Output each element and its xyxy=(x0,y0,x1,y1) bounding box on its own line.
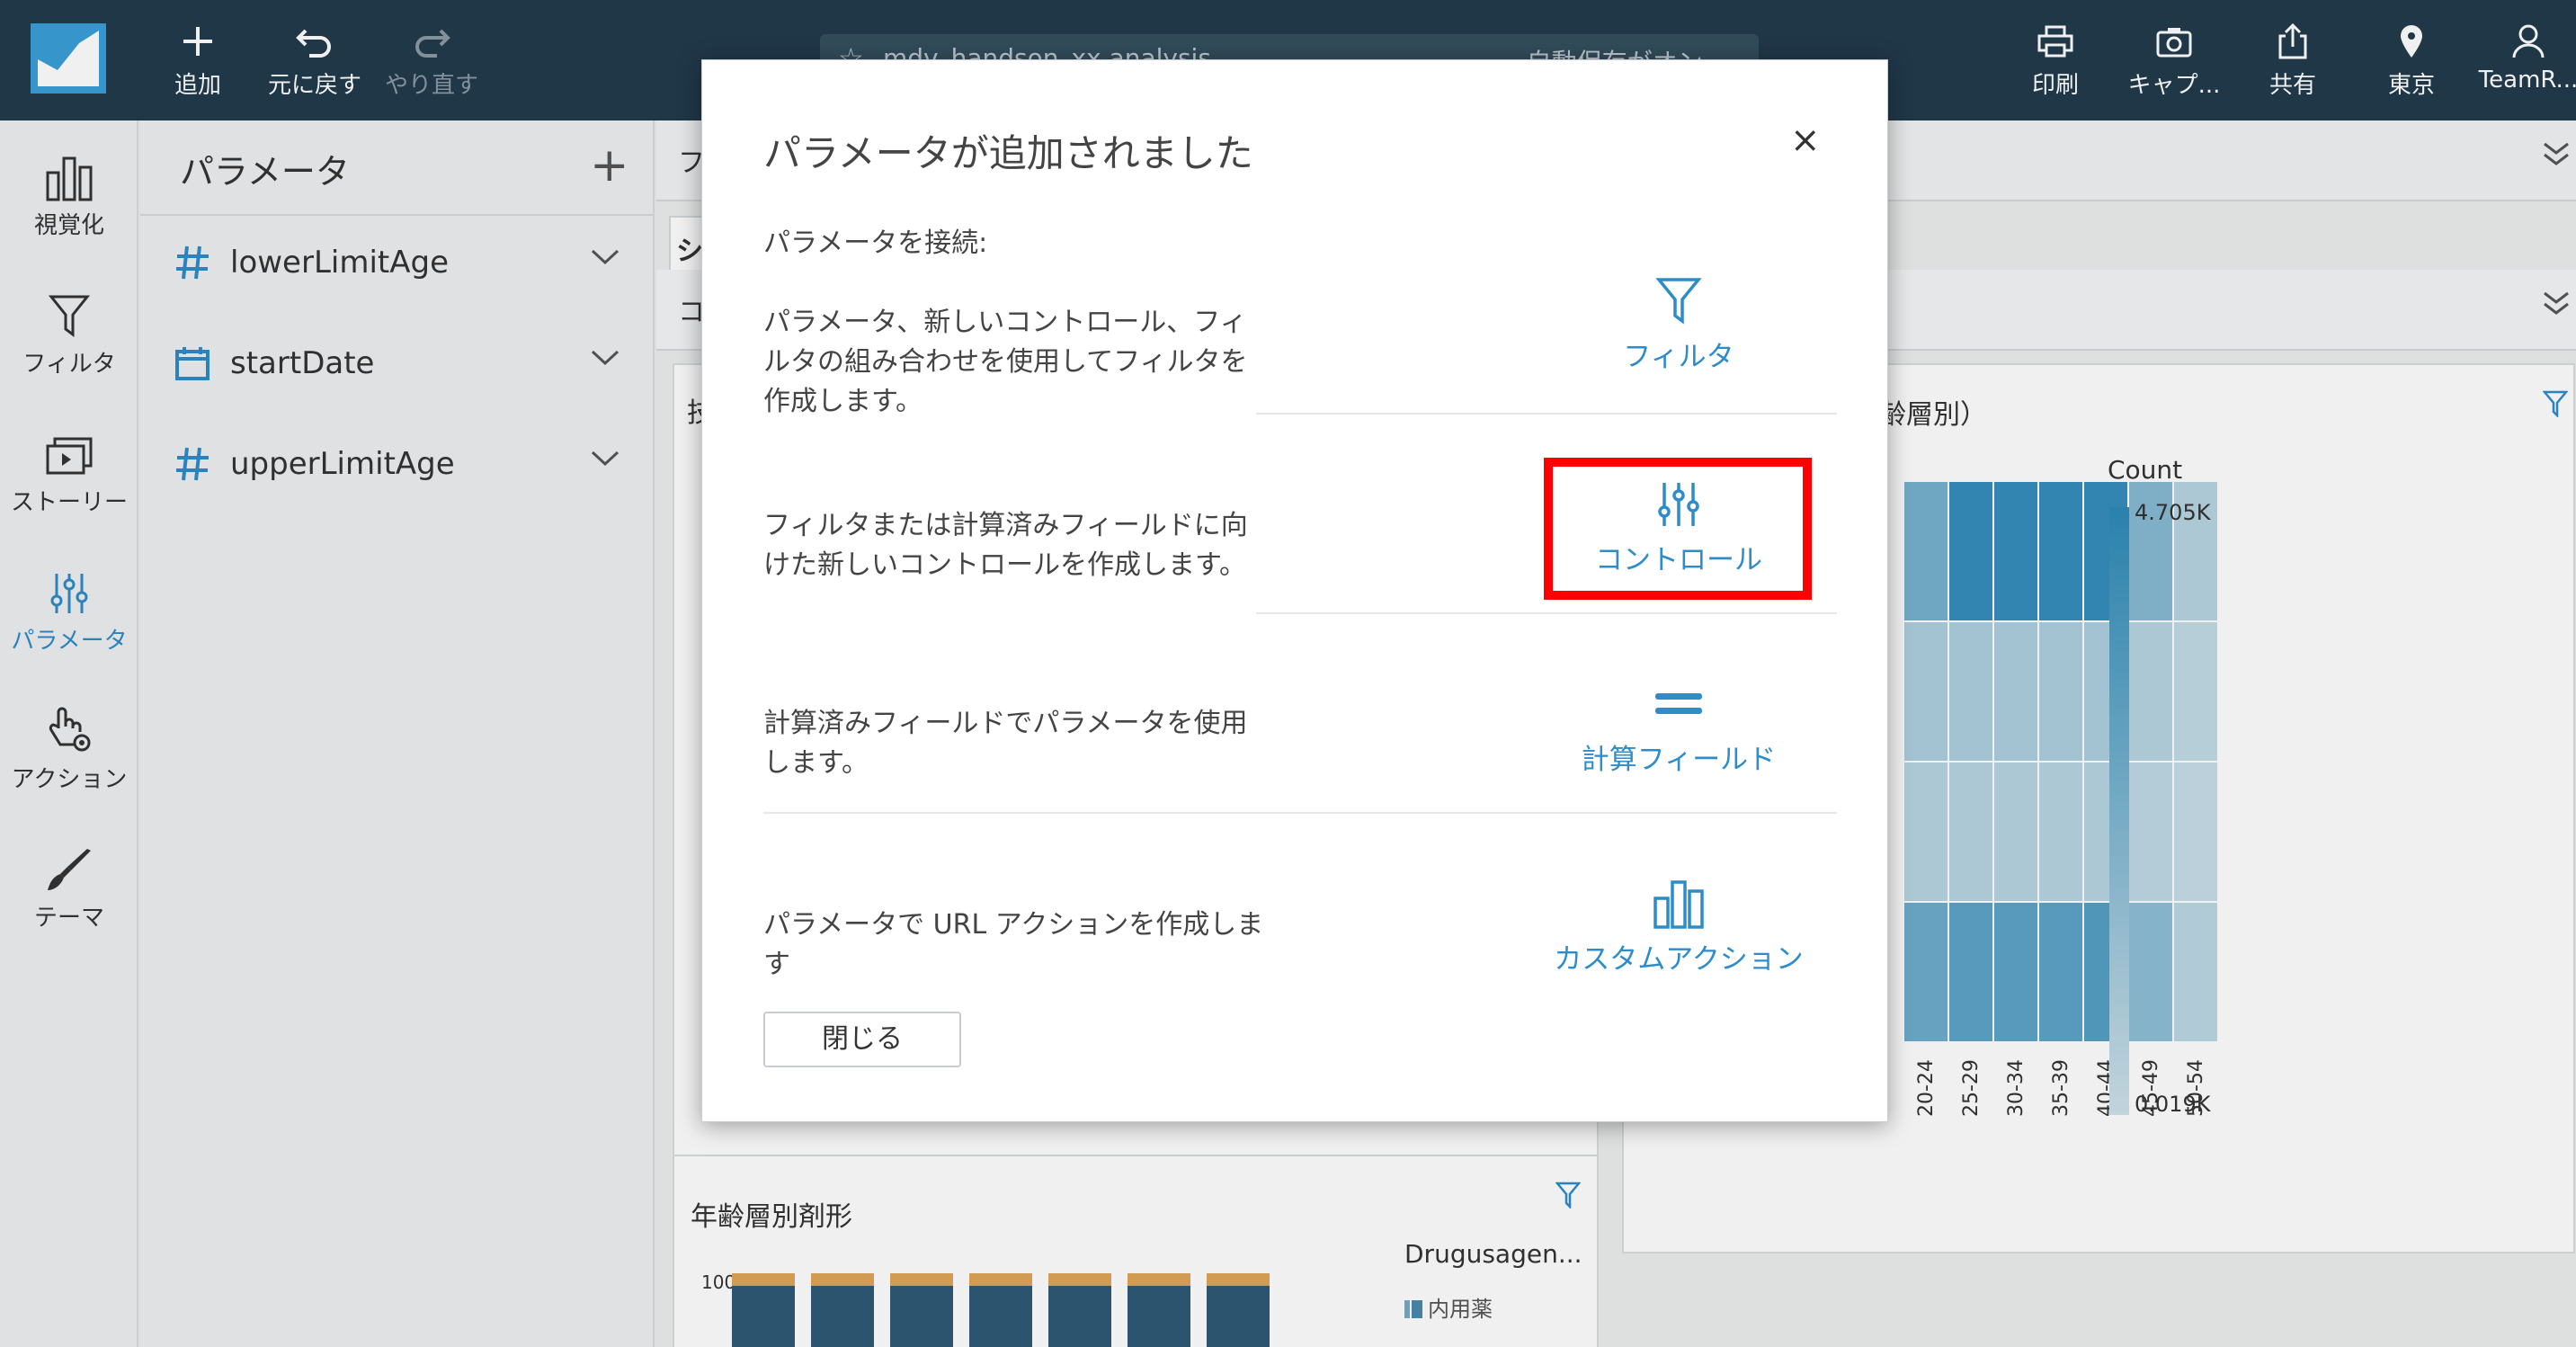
equals-icon xyxy=(1544,675,1814,733)
connect-calculated-field-label: 計算フィールド xyxy=(1581,744,1777,776)
parameter-added-dialog: パラメータが追加されました × パラメータを接続: パラメータ、新しいコントロー… xyxy=(701,59,1888,1122)
option-description-custom-action: パラメータで URL アクションを作成します xyxy=(763,909,1264,980)
bar-chart-icon xyxy=(1544,875,1814,932)
highlight-box xyxy=(1544,458,1812,600)
close-button[interactable]: 閉じる xyxy=(763,1012,961,1067)
divider xyxy=(763,812,1837,814)
divider xyxy=(1256,413,1837,415)
filter-icon xyxy=(1544,272,1814,330)
connect-calculated-field-button[interactable]: 計算フィールド xyxy=(1544,675,1814,777)
connect-filter-label: フィルタ xyxy=(1623,341,1734,373)
divider xyxy=(1256,612,1837,614)
connect-custom-action-button[interactable]: カスタムアクション xyxy=(1544,875,1814,977)
option-description-filter: パラメータ、新しいコントロール、フィルタの組み合わせを使用してフィルタを作成しま… xyxy=(763,307,1248,417)
connect-filter-button[interactable]: フィルタ xyxy=(1544,272,1814,374)
option-description-calculated-field: 計算済みフィールドでパラメータを使用します。 xyxy=(763,708,1248,779)
dialog-subtitle: パラメータを接続: xyxy=(763,227,988,259)
dialog-title: パラメータが追加されました xyxy=(763,131,1253,175)
connect-custom-action-label: カスタムアクション xyxy=(1554,943,1804,976)
close-icon[interactable]: × xyxy=(1790,120,1821,161)
option-description-control: フィルタまたは計算済みフィールドに向けた新しいコントロールを作成します。 xyxy=(763,510,1248,581)
